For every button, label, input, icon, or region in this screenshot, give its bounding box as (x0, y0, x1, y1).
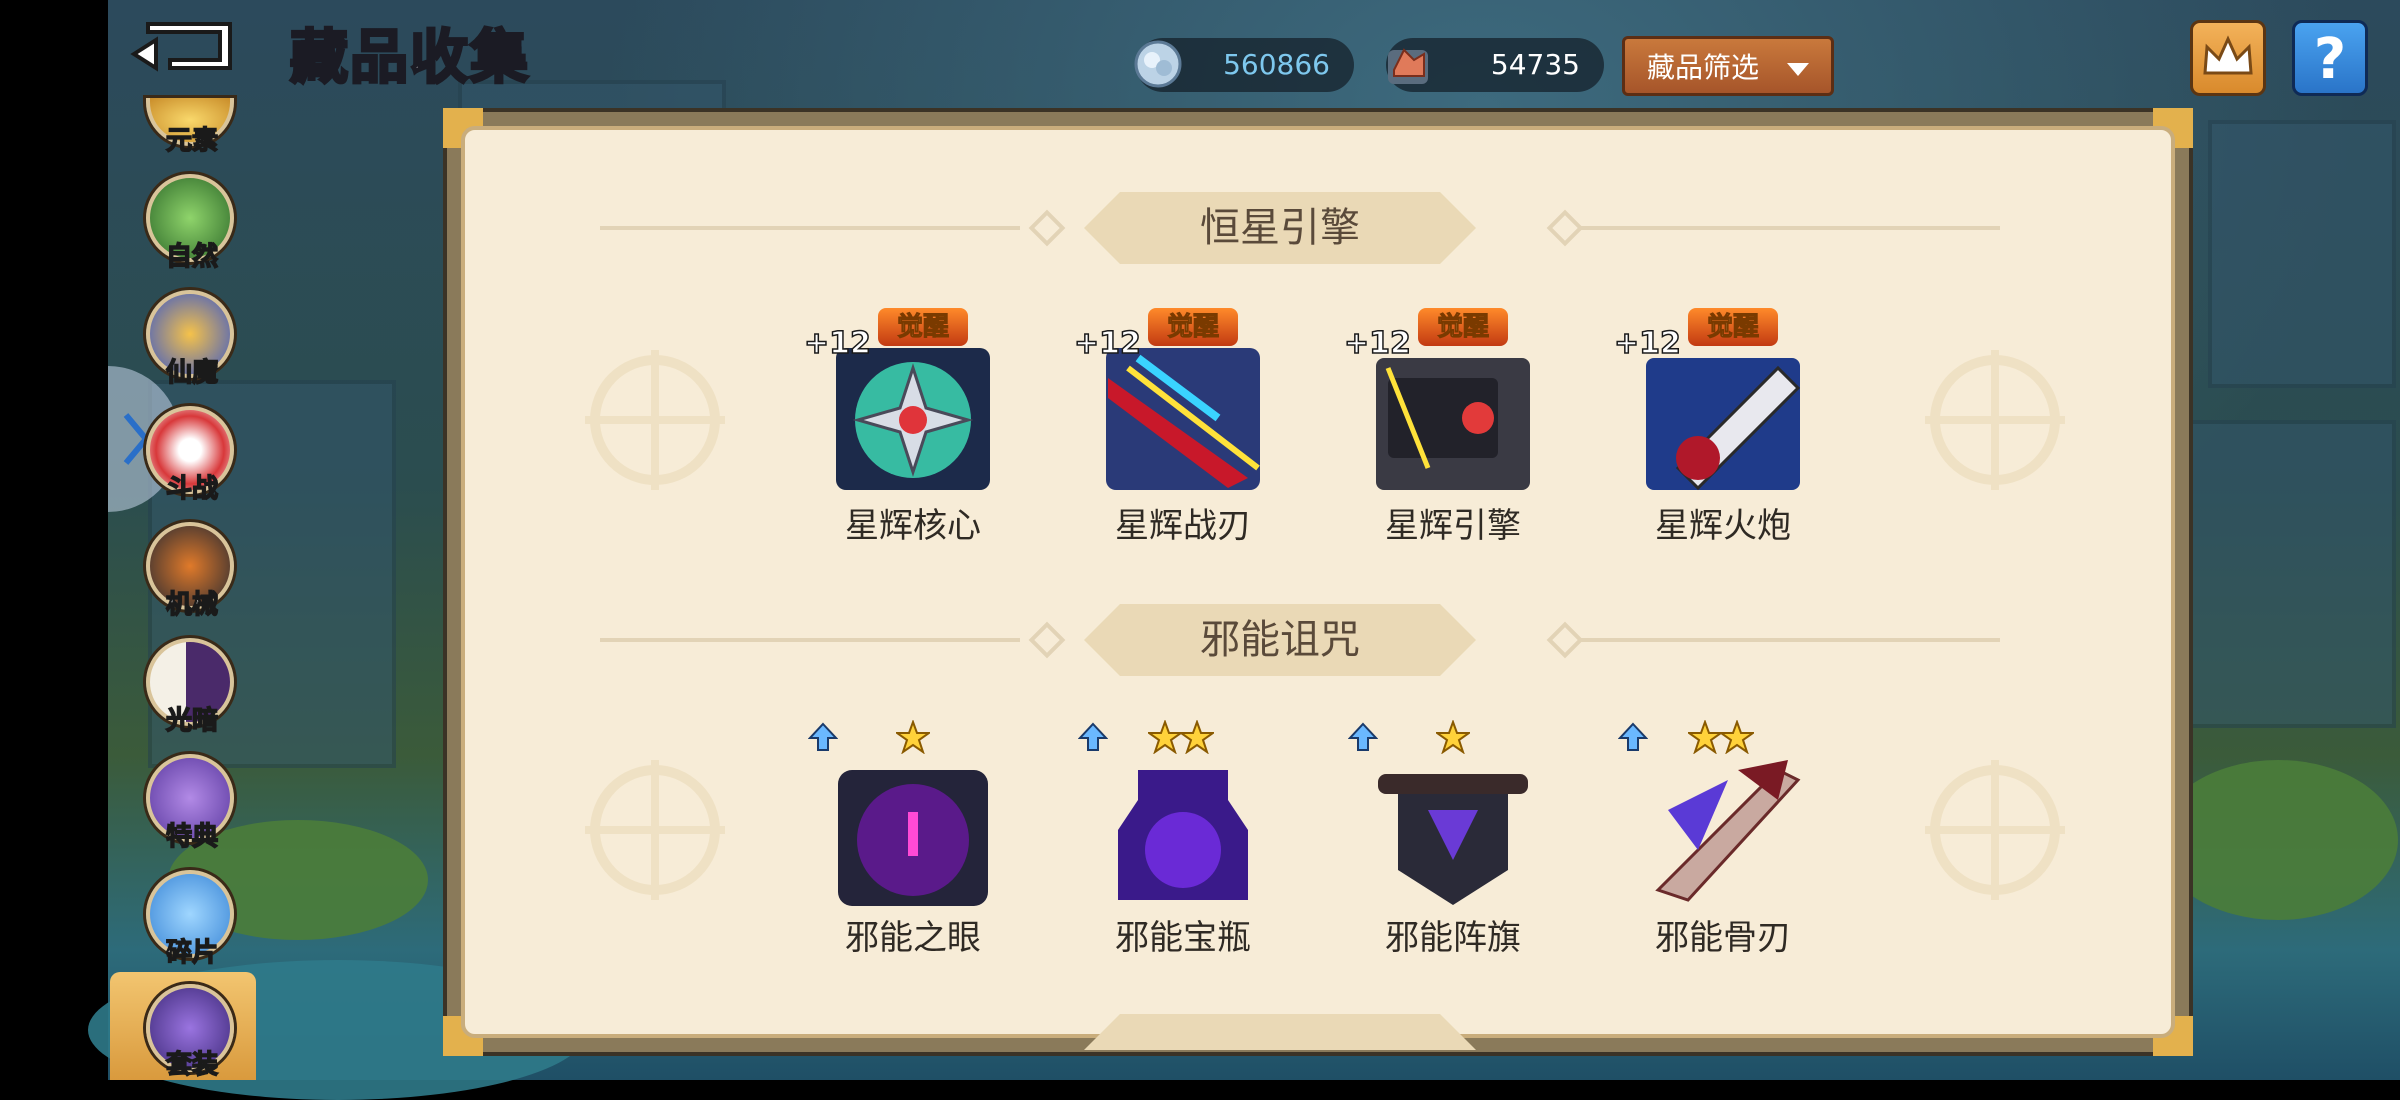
item-name: 邪能宝瓶 (1115, 918, 1251, 958)
fel-bone-blade-icon (1655, 760, 1801, 902)
divider (1580, 226, 2000, 230)
section-header-fel-curse: 邪能诅咒 (1080, 600, 1480, 680)
section-title: 邪能诅咒 (1200, 617, 1360, 663)
awakened-badge: 觉醒 (878, 308, 968, 346)
star-icon (1688, 720, 1722, 754)
crown-button[interactable] (2190, 20, 2266, 96)
star-icon (1180, 720, 1214, 754)
sidebar-item-nature[interactable]: 自然 (146, 174, 238, 273)
filter-label: 藏品筛选 (1647, 51, 1760, 84)
star-icon (896, 720, 930, 754)
item-level: +12 (1343, 325, 1411, 362)
item-name: 邪能之眼 (845, 918, 981, 958)
sidebar-item-immortal-demon[interactable]: 仙魔 (146, 290, 238, 389)
crown-icon (2203, 35, 2253, 75)
svg-text:?: ? (2314, 27, 2346, 92)
star-icon (1436, 720, 1470, 754)
item-name: 星辉战刃 (1115, 506, 1251, 546)
sidebar-item-label: 特典 (165, 821, 219, 853)
crystal-coin-icon (1134, 40, 1182, 88)
collection-item[interactable]: 觉醒 +12 星辉核心 (803, 298, 1018, 548)
sidebar-item-label: 斗战 (165, 473, 219, 505)
ornament-icon (585, 350, 725, 490)
awakened-badge: 觉醒 (1148, 308, 1238, 346)
currency-ore: 54735 (1386, 38, 1604, 92)
collection-item[interactable]: 邪能之眼 (808, 710, 1018, 960)
collection-item[interactable]: 邪能阵旗 (1348, 710, 1558, 960)
sidebar-item-label: 元素 (165, 125, 219, 157)
question-mark-icon: ? (2314, 27, 2346, 92)
ornament-icon (1925, 350, 2065, 490)
star-icon (1148, 720, 1182, 754)
section-header-stellar-engine: 恒星引擎 (1080, 188, 1480, 268)
sidebar-item-label: 仙魔 (165, 357, 219, 389)
ore-amount: 54735 (1490, 48, 1580, 81)
sidebar-item-element[interactable]: 元素 (146, 58, 238, 157)
divider (1580, 638, 2000, 642)
page-title: 藏品收集 (288, 22, 531, 93)
sidebar-item-special[interactable]: 特典 (146, 754, 238, 853)
ornament-icon (585, 760, 725, 900)
crystal-amount: 560866 (1223, 48, 1330, 81)
fel-vase-icon (1118, 770, 1248, 900)
upgrade-arrow-icon (1078, 722, 1108, 751)
ore-icon (1388, 48, 1428, 84)
item-level: +12 (1073, 325, 1141, 362)
awakened-badge: 觉醒 (1418, 308, 1508, 346)
sidebar-item-light-dark[interactable]: 光暗 (146, 638, 238, 737)
chevron-down-icon (1787, 63, 1809, 76)
collection-item[interactable]: 觉醒 +12 星辉引擎 (1343, 298, 1558, 548)
sidebar-item-mech[interactable]: 机械 (146, 522, 238, 621)
upgrade-arrow-icon (1348, 722, 1378, 751)
section-title: 恒星引擎 (1200, 205, 1360, 251)
upgrade-arrow-icon (808, 722, 838, 751)
collection-item[interactable]: 觉醒 +12 星辉战刃 (1073, 298, 1288, 548)
collection-item[interactable]: 邪能宝瓶 (1078, 710, 1288, 960)
currency-crystal: 560866 (1134, 38, 1354, 92)
fel-banner-icon (1378, 774, 1528, 905)
item-name: 星辉核心 (845, 506, 981, 546)
sidebar-item-set[interactable]: 套装 (146, 984, 238, 1081)
sidebar-item-label: 机械 (165, 589, 219, 621)
next-section-banner (1084, 1014, 1476, 1050)
collection-filter-button[interactable]: 藏品筛选 (1622, 36, 1834, 96)
sidebar-item-label: 套装 (165, 1049, 219, 1081)
item-name: 星辉火炮 (1655, 506, 1791, 546)
collection-item[interactable]: 觉醒 +12 星辉火炮 (1613, 298, 1828, 548)
awakened-badge: 觉醒 (1688, 308, 1778, 346)
sidebar-item-label: 光暗 (165, 705, 219, 737)
collection-item[interactable]: 邪能骨刃 (1618, 710, 1828, 960)
star-icon (1720, 720, 1754, 754)
sidebar-item-fragment[interactable]: 碎片 (146, 870, 238, 969)
item-name: 邪能阵旗 (1385, 918, 1521, 958)
ornament-icon (1925, 760, 2065, 900)
divider (600, 226, 1020, 230)
item-level: +12 (1613, 325, 1681, 362)
divider (600, 638, 1020, 642)
fel-eye-icon (838, 770, 988, 906)
item-level: +12 (803, 325, 871, 362)
sidebar-item-label: 自然 (165, 241, 219, 273)
item-name: 星辉引擎 (1385, 506, 1521, 546)
sidebar-item-label: 碎片 (165, 937, 219, 969)
sidebar-item-battle[interactable]: 斗战 (146, 406, 238, 505)
item-name: 邪能骨刃 (1655, 918, 1791, 958)
help-button[interactable]: ? (2292, 20, 2368, 96)
upgrade-arrow-icon (1618, 722, 1648, 751)
